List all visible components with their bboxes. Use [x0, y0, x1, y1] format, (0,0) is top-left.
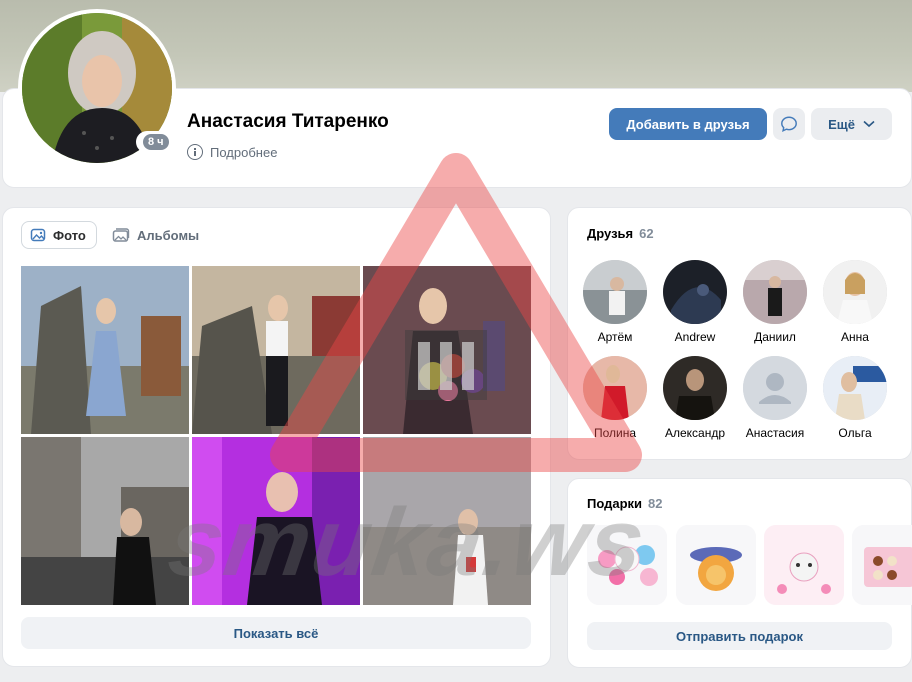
friend-item[interactable]: Ольга [815, 356, 895, 440]
gift-chocolates[interactable] [852, 525, 912, 605]
friend-item[interactable]: Александр [655, 356, 735, 440]
chevron-down-icon [863, 120, 875, 128]
friend-name: Полина [593, 426, 637, 440]
friend-avatar [583, 356, 647, 420]
photo-thumbnail[interactable] [21, 266, 189, 434]
friend-avatar [743, 260, 807, 324]
friend-avatar [823, 356, 887, 420]
gifts-title-label: Подарки [587, 496, 643, 511]
friend-name: Andrew [674, 330, 716, 344]
tab-albums[interactable]: Альбомы [104, 221, 207, 249]
tab-albums-label: Альбомы [137, 227, 200, 243]
gifts-title[interactable]: Подарки 82 [587, 496, 663, 511]
friends-count: 62 [639, 226, 654, 241]
friend-avatar [663, 356, 727, 420]
send-gift-button[interactable]: Отправить подарок [587, 622, 892, 650]
more-info-link[interactable]: Подробнее [187, 144, 277, 160]
gift-balloons[interactable] [587, 525, 667, 605]
tab-photos-label: Фото [53, 227, 86, 243]
gift-ufo[interactable] [676, 525, 756, 605]
add-friend-button[interactable]: Добавить в друзья [609, 108, 767, 140]
info-icon [187, 144, 203, 160]
friends-title[interactable]: Друзья 62 [587, 226, 654, 241]
friend-name: Анастасия [745, 426, 805, 440]
last-seen-badge: 8 ч [136, 131, 176, 153]
photo-thumbnail[interactable] [192, 437, 360, 605]
friend-item[interactable]: Полина [575, 356, 655, 440]
photo-thumbnail[interactable] [192, 266, 360, 434]
friend-avatar [663, 260, 727, 324]
photo-thumbnail[interactable] [21, 437, 189, 605]
friend-item[interactable]: Анастасия [735, 356, 815, 440]
message-button[interactable] [773, 108, 805, 140]
photo-thumbnail[interactable] [363, 266, 531, 434]
friend-name: Александр [664, 426, 726, 440]
friend-item[interactable]: Артём [575, 260, 655, 344]
photo-thumbnail[interactable] [363, 437, 531, 605]
friend-item[interactable]: Andrew [655, 260, 735, 344]
user-placeholder-icon [743, 356, 807, 420]
gifts-count: 82 [648, 496, 663, 511]
photo-icon [30, 228, 46, 242]
friend-name: Артём [597, 330, 633, 344]
tab-photos[interactable]: Фото [21, 221, 97, 249]
profile-name: Анастасия Титаренко [187, 111, 389, 132]
photo-grid [21, 266, 531, 605]
friend-avatar [823, 260, 887, 324]
friend-name: Ольга [838, 426, 872, 440]
more-label: Ещё [828, 116, 855, 132]
friend-avatar [583, 260, 647, 324]
message-icon [781, 116, 797, 133]
gift-march8-card[interactable] [764, 525, 844, 605]
more-button[interactable]: Ещё [811, 108, 892, 140]
friend-item[interactable]: Даниил [735, 260, 815, 344]
show-all-photos-button[interactable]: Показать всё [21, 617, 531, 649]
friend-avatar [743, 356, 807, 420]
friends-title-label: Друзья [587, 226, 634, 241]
friend-name: Даниил [754, 330, 796, 344]
friend-name: Анна [841, 330, 869, 344]
albums-icon [112, 228, 130, 242]
last-seen-text: 8 ч [143, 134, 169, 150]
more-info-label: Подробнее [210, 144, 278, 160]
friend-item[interactable]: Анна [815, 260, 895, 344]
